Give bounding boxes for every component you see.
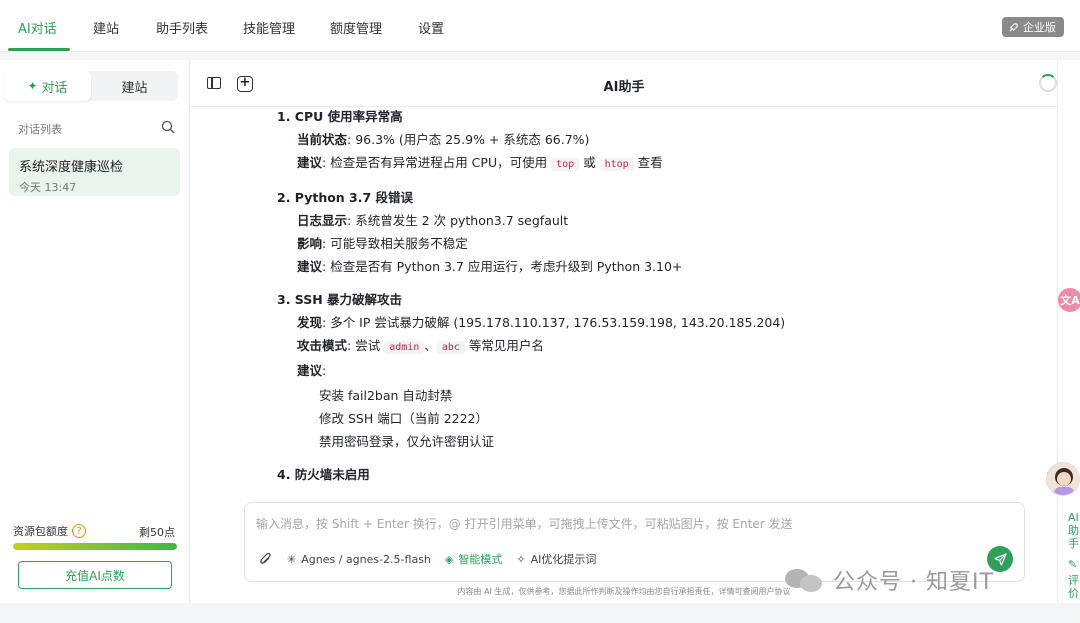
mode-switch: ✦ 对话 建站 xyxy=(4,71,178,101)
segment-site-build-label: 建站 xyxy=(121,80,148,96)
detail-line: 攻击模式: 尝试 admin、 abc 等常见用户名 xyxy=(277,334,1037,359)
detail-text: 或 xyxy=(579,155,600,170)
detail-label: 建议 xyxy=(297,363,323,378)
sparkle-icon: ✧ xyxy=(516,552,526,566)
rail-edit-icon[interactable]: ✎ xyxy=(1068,558,1080,571)
conversation-title: 系统深度健康巡检 xyxy=(19,160,124,175)
detail-line: 发现: 多个 IP 尝试暴力破解 (195.178.110.137, 176.5… xyxy=(277,311,1037,334)
optimize-prompt-button[interactable]: ✧ AI优化提示词 xyxy=(516,551,596,567)
quota-progress-fill xyxy=(13,543,177,550)
watermark: 公众号 · 知夏IT xyxy=(785,564,994,596)
detail-text: : 多个 IP 尝试暴力破解 (195.178.110.137, 176.53.… xyxy=(322,315,786,330)
chat-title: AI助手 xyxy=(603,80,645,95)
sparkle-icon: ✦ xyxy=(27,79,38,93)
detail-text: : xyxy=(322,363,327,378)
smart-mode-toggle[interactable]: ◈ 智能模式 xyxy=(445,551,502,567)
conversation-time: 今天 13:47 xyxy=(19,181,77,194)
list-item: 修改 SSH 端口（当前 2222） xyxy=(319,411,489,426)
detail-text: : 系统曾发生 2 次 python3.7 segfault xyxy=(347,213,569,228)
tab-ai-chat[interactable]: AI对话 xyxy=(18,18,57,37)
send-icon xyxy=(993,552,1007,566)
detail-line: 日志显示: 系统曾发生 2 次 python3.7 segfault xyxy=(277,209,1037,232)
detail-text: : 检查是否有 Python 3.7 应用运行，考虑升级到 Python 3.1… xyxy=(322,259,683,274)
smart-mode-label: 智能模式 xyxy=(458,553,503,566)
rail-assistant-label[interactable]: AI助手 xyxy=(1068,511,1080,550)
quota-label: 资源包额度 ? xyxy=(13,523,86,539)
enterprise-badge[interactable]: 企业版 xyxy=(1002,17,1064,37)
detail-label: 影响 xyxy=(297,236,323,251)
model-name: Agnes / agnes-2.5-flash xyxy=(301,552,431,566)
enterprise-badge-label: 企业版 xyxy=(1023,21,1056,34)
section-heading: 3. SSH 暴力破解攻击 xyxy=(277,292,403,307)
watermark-text: 公众号 · 知夏IT xyxy=(833,570,994,595)
quota-remaining: 剩50点 xyxy=(139,526,175,539)
chat-main: + AI助手 1. CPU 使用率异常高 当前状态: 96.3% (用户态 25… xyxy=(191,60,1057,603)
chat-header: + AI助手 xyxy=(191,60,1057,107)
detail-line: 当前状态: 96.3% (用户态 25.9% + 系统态 66.7%) xyxy=(277,128,1037,151)
message-content: 1. CPU 使用率异常高 当前状态: 96.3% (用户态 25.9% + 系… xyxy=(277,105,1037,498)
detail-label: 攻击模式 xyxy=(297,338,348,353)
layers-icon: ◈ xyxy=(444,552,454,566)
section-heading: 4. 防火墙未启用 xyxy=(277,467,370,482)
detail-text: : 尝试 xyxy=(347,338,385,353)
segment-site-build[interactable]: 建站 xyxy=(91,71,178,101)
tab-settings[interactable]: 设置 xyxy=(418,18,444,37)
left-panel: ✦ 对话 建站 对话列表 系统深度健康巡检 今天 13:47 资源包额度 ? 剩… xyxy=(0,60,190,603)
attachment-icon[interactable] xyxy=(259,552,273,566)
inline-code: admin xyxy=(384,341,425,354)
translate-icon[interactable]: 文A xyxy=(1058,288,1080,312)
optimize-prompt-label: AI优化提示词 xyxy=(530,553,597,566)
search-icon[interactable] xyxy=(161,120,175,134)
detail-text: 、 xyxy=(424,338,437,353)
rail-review-label[interactable]: 评价 xyxy=(1068,574,1080,600)
detail-label: 发现 xyxy=(297,315,323,330)
active-tab-indicator xyxy=(8,48,70,51)
rocket-icon xyxy=(1009,22,1018,32)
tab-quota-management[interactable]: 额度管理 xyxy=(330,18,382,37)
tab-site-build[interactable]: 建站 xyxy=(93,18,119,37)
tab-assistant-list[interactable]: 助手列表 xyxy=(156,18,208,37)
model-selector[interactable]: ✳ Agnes / agnes-2.5-flash xyxy=(287,553,431,566)
loading-spinner-icon xyxy=(1039,74,1057,92)
top-nav: AI对话 建站 助手列表 技能管理 额度管理 设置 企业版 xyxy=(0,0,1080,52)
detail-label: 当前状态 xyxy=(297,132,348,147)
inline-code: abc xyxy=(436,341,465,354)
detail-line: 建议: 检查是否有异常进程占用 CPU，可使用 top 或 htop 查看 xyxy=(277,151,1037,176)
composer-toolbar: ✳ Agnes / agnes-2.5-flash ◈ 智能模式 ✧ AI优化提… xyxy=(259,551,596,567)
wechat-icon xyxy=(785,567,825,593)
inline-code: htop xyxy=(599,158,634,171)
detail-text: : 可能导致相关服务不稳定 xyxy=(322,236,468,251)
segment-chat[interactable]: ✦ 对话 xyxy=(4,71,91,101)
message-input[interactable]: 输入消息，按 Shift + Enter 换行，@ 打开引用菜单，可拖拽上传文件… xyxy=(256,515,792,532)
detail-text: : 检查是否有异常进程占用 CPU，可使用 xyxy=(322,155,552,170)
quota-label-text: 资源包额度 xyxy=(13,525,68,538)
list-item: 安装 fail2ban 自动封禁 xyxy=(319,388,453,403)
help-icon[interactable]: ? xyxy=(72,524,86,538)
inline-code: top xyxy=(551,158,580,171)
detail-line: 建议: 检查是否有 Python 3.7 应用运行，考虑升级到 Python 3… xyxy=(277,255,1037,278)
model-icon: ✳ xyxy=(287,552,297,566)
detail-text: 等常见用户名 xyxy=(464,338,544,353)
conversation-list-title: 对话列表 xyxy=(18,123,62,136)
section-heading: 2. Python 3.7 段错误 xyxy=(277,190,414,205)
detail-label: 日志显示 xyxy=(297,213,348,228)
detail-line: 影响: 可能导致相关服务不稳定 xyxy=(277,232,1037,255)
recharge-button[interactable]: 充值AI点数 xyxy=(18,561,172,589)
section-heading: 1. CPU 使用率异常高 xyxy=(277,109,403,124)
detail-line: 建议: xyxy=(277,359,1037,382)
detail-label: 建议 xyxy=(297,259,323,274)
detail-label: 建议 xyxy=(297,155,323,170)
assistant-avatar[interactable] xyxy=(1046,462,1080,496)
quota-progress-bar xyxy=(13,543,177,550)
tab-skill-management[interactable]: 技能管理 xyxy=(243,18,295,37)
detail-text: 查看 xyxy=(633,155,663,170)
conversation-item[interactable]: 系统深度健康巡检 今天 13:47 xyxy=(9,148,180,196)
detail-text: : 96.3% (用户态 25.9% + 系统态 66.7%) xyxy=(347,132,590,147)
segment-chat-label: 对话 xyxy=(41,80,68,96)
list-item: 禁用密码登录，仅允许密钥认证 xyxy=(319,434,495,449)
